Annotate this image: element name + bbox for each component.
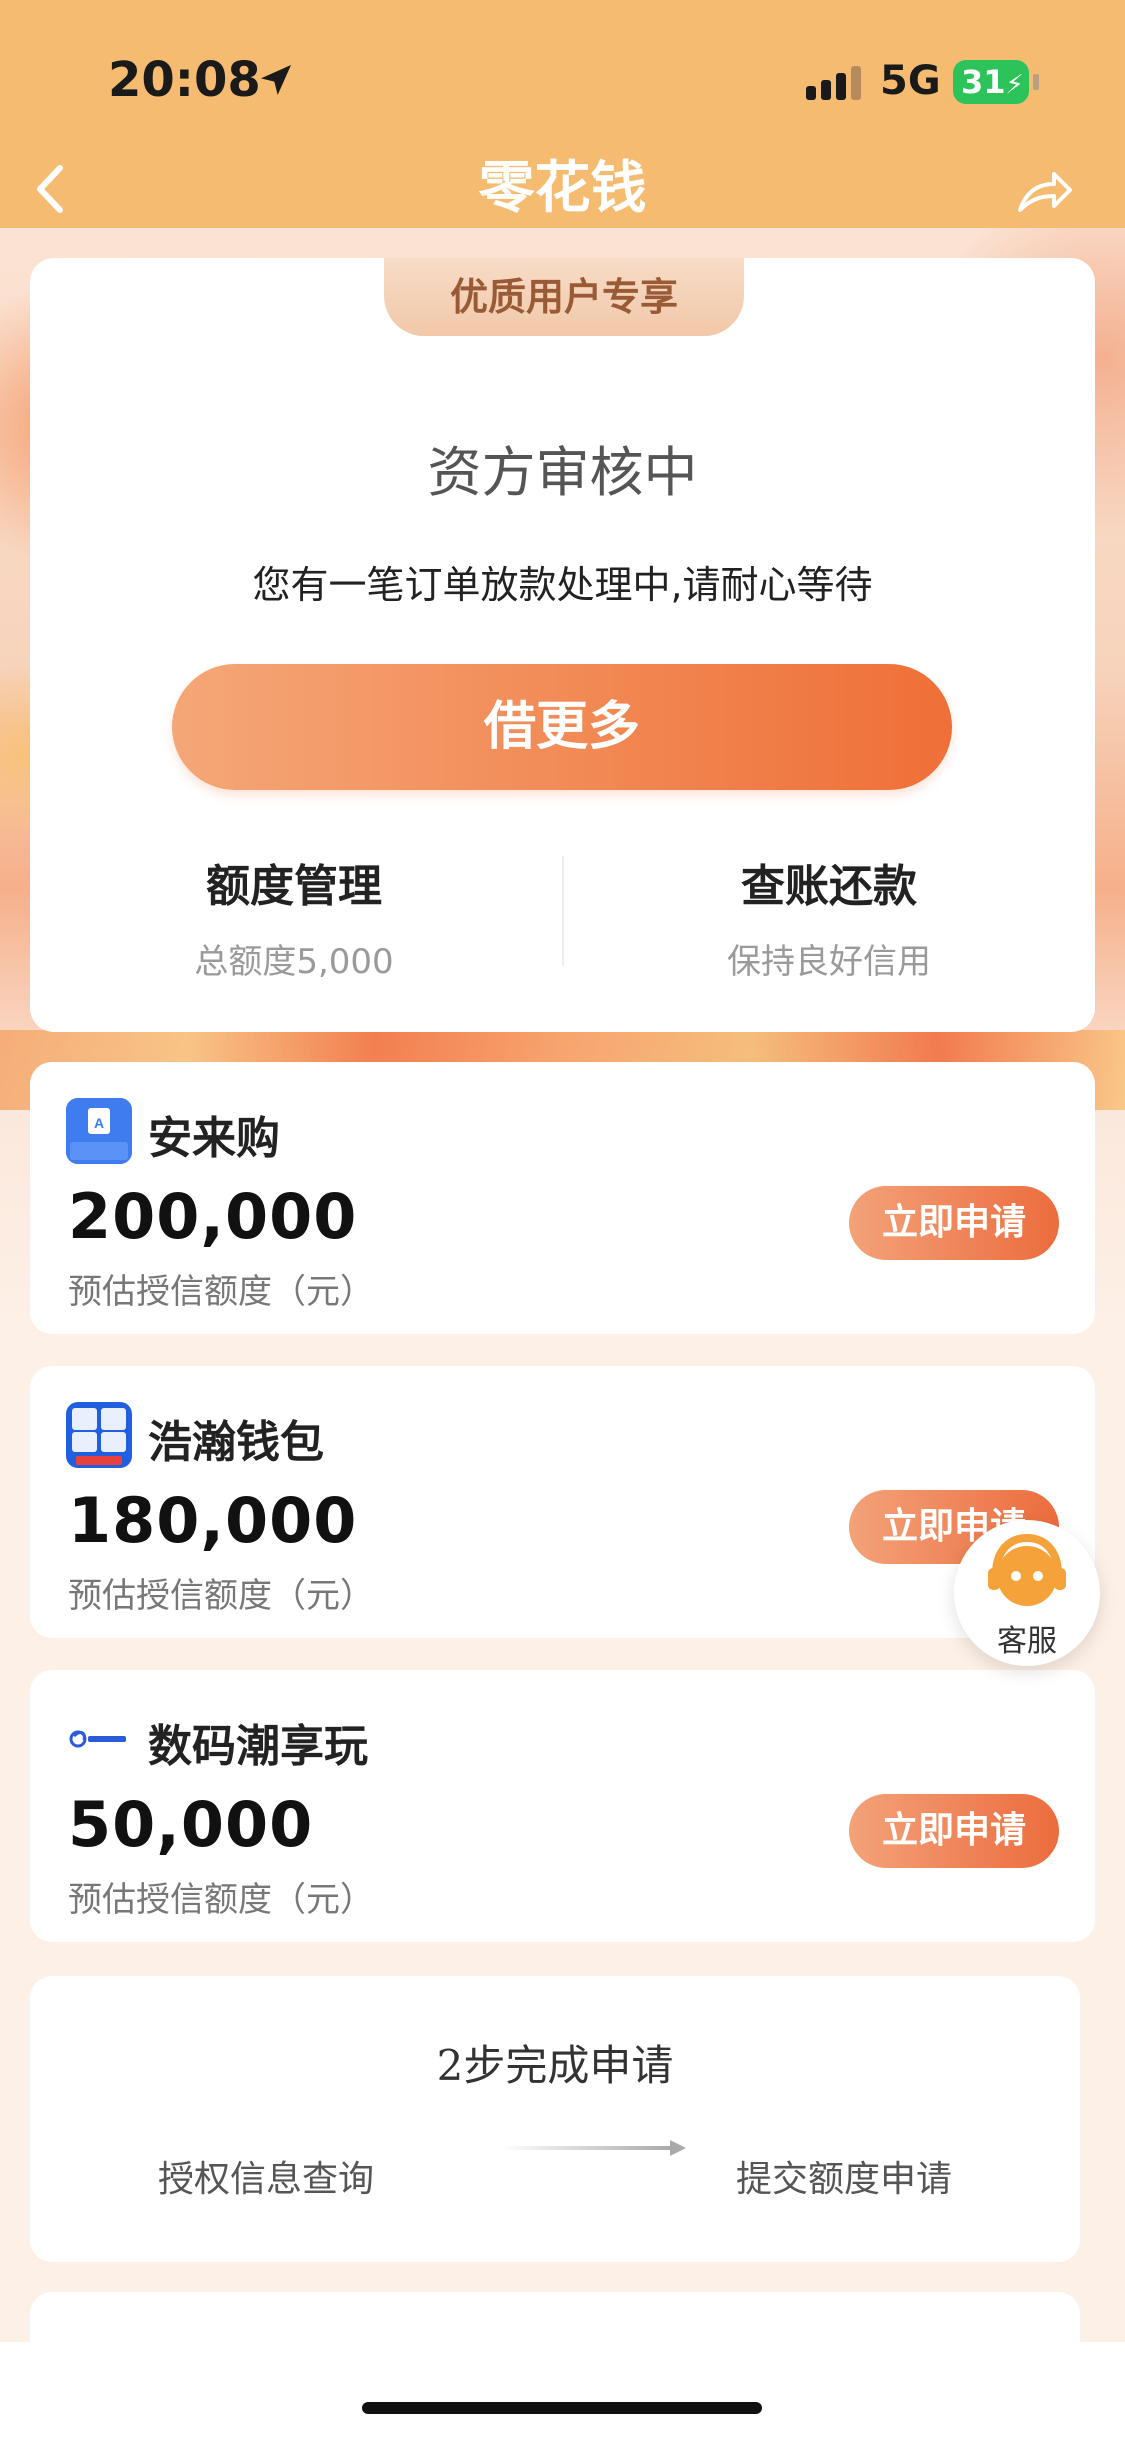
loan-product-card[interactable]: 浩瀚钱包 180,000 预估授信额度（元） 立即申请 [30, 1366, 1095, 1638]
apply-now-button[interactable]: 立即申请 [849, 1794, 1059, 1868]
loan-product-name: 浩瀚钱包 [148, 1417, 324, 1468]
charging-bolt-icon: ⚡ [1005, 70, 1024, 100]
status-time: 20:08 [108, 52, 261, 108]
billing-repayment-subtitle: 保持良好信用 [727, 942, 931, 982]
loan-product-card[interactable]: 数码潮享玩 50,000 预估授信额度（元） 立即申请 [30, 1670, 1095, 1942]
haohan-wallet-logo-icon [66, 1402, 132, 1468]
cellular-signal-icon [806, 66, 861, 100]
share-icon[interactable] [1012, 158, 1076, 222]
loan-amount: 50,000 [68, 1788, 314, 1861]
customer-service-button[interactable]: 客服 [954, 1520, 1100, 1666]
shuma-logo-icon [69, 1730, 126, 1748]
status-message: 您有一笔订单放款处理中,请耐心等待 [252, 563, 873, 607]
quota-management-entry[interactable]: 额度管理 总额度5,000 [94, 850, 494, 983]
haohan-wallet-logo [66, 1402, 132, 1468]
customer-service-label: 客服 [997, 1624, 1057, 1659]
borrow-more-button[interactable]: 借更多 [172, 664, 952, 790]
step-authorize-query: 授权信息查询 [158, 2159, 375, 2200]
network-type: 5G [880, 58, 941, 104]
anlaigou-logo-icon: A [66, 1098, 132, 1164]
step-submit-application: 提交额度申请 [736, 2159, 953, 2200]
steps-title: 2步完成申请 [436, 2041, 674, 2090]
home-indicator-area [0, 2342, 1125, 2439]
shuma-chaoxiangwan-logo [66, 1706, 132, 1772]
application-steps-card: 2步完成申请 授权信息查询 提交额度申请 [30, 1976, 1080, 2262]
premium-user-badge: 优质用户专享 [384, 258, 744, 336]
step-arrow-icon [500, 2140, 686, 2156]
review-status: 资方审核中 [427, 441, 698, 504]
anlaigou-logo: A [66, 1098, 132, 1164]
apply-now-button[interactable]: 立即申请 [849, 1186, 1059, 1260]
nav-bar: 零花钱 [0, 150, 1125, 228]
billing-repayment-title: 查账还款 [741, 861, 917, 912]
battery-cap [1033, 74, 1039, 90]
loan-product-name: 安来购 [148, 1113, 280, 1164]
divider [562, 856, 564, 966]
loan-product-card[interactable]: A 安来购 200,000 预估授信额度（元） 立即申请 [30, 1062, 1095, 1334]
home-indicator[interactable] [362, 2402, 762, 2414]
loan-amount: 180,000 [68, 1484, 358, 1557]
loan-amount-label: 预估授信额度（元） [68, 1576, 374, 1616]
loan-product-name: 数码潮享玩 [148, 1721, 368, 1772]
battery-level: 31 [961, 63, 1006, 101]
svg-text:A: A [94, 1115, 104, 1131]
loan-amount: 200,000 [68, 1180, 358, 1253]
quota-management-title: 额度管理 [206, 861, 382, 912]
battery-indicator: 31⚡ [953, 60, 1029, 104]
quota-management-subtitle: 总额度5,000 [194, 942, 394, 982]
page-title: 零花钱 [478, 156, 647, 221]
loan-amount-label: 预估授信额度（元） [68, 1272, 374, 1312]
loan-amount-label: 预估授信额度（元） [68, 1880, 374, 1920]
billing-repayment-entry[interactable]: 查账还款 保持良好信用 [629, 850, 1029, 983]
status-bar: 20:08 5G 31⚡ [0, 0, 1125, 150]
headset-icon [988, 1533, 1066, 1606]
location-arrow-icon [261, 65, 291, 95]
